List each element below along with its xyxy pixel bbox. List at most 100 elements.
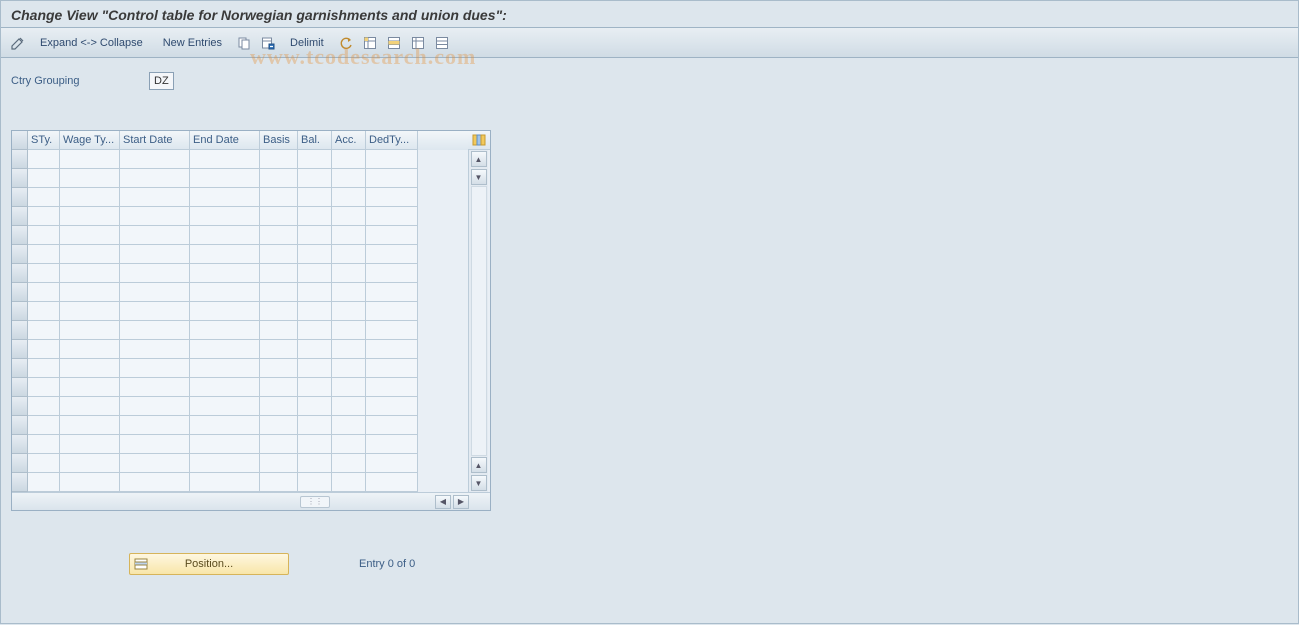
cell-wage[interactable] — [60, 435, 120, 454]
cell-ded[interactable] — [366, 226, 418, 245]
cell-acc[interactable] — [332, 397, 366, 416]
cell-end[interactable] — [190, 473, 260, 492]
cell-sty[interactable] — [28, 245, 60, 264]
cell-start[interactable] — [120, 188, 190, 207]
row-selector[interactable] — [12, 226, 28, 245]
scroll-track[interactable] — [471, 186, 487, 456]
cell-basis[interactable] — [260, 283, 298, 302]
cell-acc[interactable] — [332, 340, 366, 359]
configure-columns-icon[interactable] — [468, 131, 490, 150]
cell-sty[interactable] — [28, 340, 60, 359]
table-row[interactable] — [12, 321, 468, 340]
cell-ded[interactable] — [366, 454, 418, 473]
cell-ded[interactable] — [366, 359, 418, 378]
cell-acc[interactable] — [332, 359, 366, 378]
row-selector[interactable] — [12, 169, 28, 188]
cell-sty[interactable] — [28, 150, 60, 169]
cell-sty[interactable] — [28, 188, 60, 207]
table-delete-icon[interactable] — [257, 32, 279, 54]
cell-bal[interactable] — [298, 473, 332, 492]
scroll-down-step-icon[interactable]: ▼ — [471, 169, 487, 185]
cell-acc[interactable] — [332, 188, 366, 207]
cell-acc[interactable] — [332, 473, 366, 492]
cell-wage[interactable] — [60, 378, 120, 397]
cell-start[interactable] — [120, 435, 190, 454]
row-selector[interactable] — [12, 321, 28, 340]
cell-end[interactable] — [190, 264, 260, 283]
cell-bal[interactable] — [298, 264, 332, 283]
cell-acc[interactable] — [332, 226, 366, 245]
cell-wage[interactable] — [60, 416, 120, 435]
cell-sty[interactable] — [28, 283, 60, 302]
cell-basis[interactable] — [260, 321, 298, 340]
cell-end[interactable] — [190, 302, 260, 321]
cell-start[interactable] — [120, 207, 190, 226]
cell-start[interactable] — [120, 416, 190, 435]
cell-bal[interactable] — [298, 435, 332, 454]
cell-sty[interactable] — [28, 473, 60, 492]
cell-bal[interactable] — [298, 245, 332, 264]
cell-bal[interactable] — [298, 207, 332, 226]
select-block-icon[interactable] — [383, 32, 405, 54]
table-row[interactable] — [12, 378, 468, 397]
cell-wage[interactable] — [60, 454, 120, 473]
cell-end[interactable] — [190, 150, 260, 169]
row-selector[interactable] — [12, 283, 28, 302]
row-selector[interactable] — [12, 454, 28, 473]
row-selector[interactable] — [12, 207, 28, 226]
scroll-left-icon[interactable]: ◀ — [435, 495, 451, 509]
cell-end[interactable] — [190, 169, 260, 188]
cell-ded[interactable] — [366, 397, 418, 416]
cell-wage[interactable] — [60, 264, 120, 283]
vertical-scrollbar[interactable]: ▲ ▼ ▲ ▼ — [468, 150, 488, 492]
cell-end[interactable] — [190, 454, 260, 473]
scroll-down-icon[interactable]: ▼ — [471, 475, 487, 491]
scroll-up-icon[interactable]: ▲ — [471, 151, 487, 167]
select-all-icon[interactable] — [359, 32, 381, 54]
cell-acc[interactable] — [332, 283, 366, 302]
cell-ded[interactable] — [366, 416, 418, 435]
cell-bal[interactable] — [298, 378, 332, 397]
cell-end[interactable] — [190, 378, 260, 397]
table-row[interactable] — [12, 283, 468, 302]
cell-basis[interactable] — [260, 302, 298, 321]
cell-basis[interactable] — [260, 397, 298, 416]
cell-acc[interactable] — [332, 264, 366, 283]
cell-start[interactable] — [120, 169, 190, 188]
cell-start[interactable] — [120, 454, 190, 473]
cell-sty[interactable] — [28, 416, 60, 435]
position-button[interactable]: Position... — [129, 553, 289, 575]
table-row[interactable] — [12, 226, 468, 245]
cell-start[interactable] — [120, 473, 190, 492]
cell-acc[interactable] — [332, 454, 366, 473]
column-drag-handle[interactable]: ⋮⋮ — [300, 496, 330, 508]
col-header-ded[interactable]: DedTy... — [366, 131, 418, 150]
row-selector[interactable] — [12, 188, 28, 207]
row-selector[interactable] — [12, 340, 28, 359]
cell-sty[interactable] — [28, 169, 60, 188]
cell-sty[interactable] — [28, 207, 60, 226]
cell-acc[interactable] — [332, 321, 366, 340]
table-row[interactable] — [12, 169, 468, 188]
undo-icon[interactable] — [335, 32, 357, 54]
cell-basis[interactable] — [260, 207, 298, 226]
cell-sty[interactable] — [28, 378, 60, 397]
cell-end[interactable] — [190, 321, 260, 340]
cell-acc[interactable] — [332, 435, 366, 454]
cell-bal[interactable] — [298, 169, 332, 188]
cell-basis[interactable] — [260, 378, 298, 397]
table-row[interactable] — [12, 397, 468, 416]
cell-sty[interactable] — [28, 264, 60, 283]
pencil-icon[interactable] — [7, 32, 29, 54]
row-selector[interactable] — [12, 245, 28, 264]
deselect-all-icon[interactable] — [407, 32, 429, 54]
cell-sty[interactable] — [28, 435, 60, 454]
row-selector[interactable] — [12, 359, 28, 378]
cell-ded[interactable] — [366, 169, 418, 188]
cell-acc[interactable] — [332, 302, 366, 321]
table-row[interactable] — [12, 473, 468, 492]
row-selector[interactable] — [12, 473, 28, 492]
row-selector[interactable] — [12, 397, 28, 416]
row-selector[interactable] — [12, 378, 28, 397]
cell-start[interactable] — [120, 302, 190, 321]
